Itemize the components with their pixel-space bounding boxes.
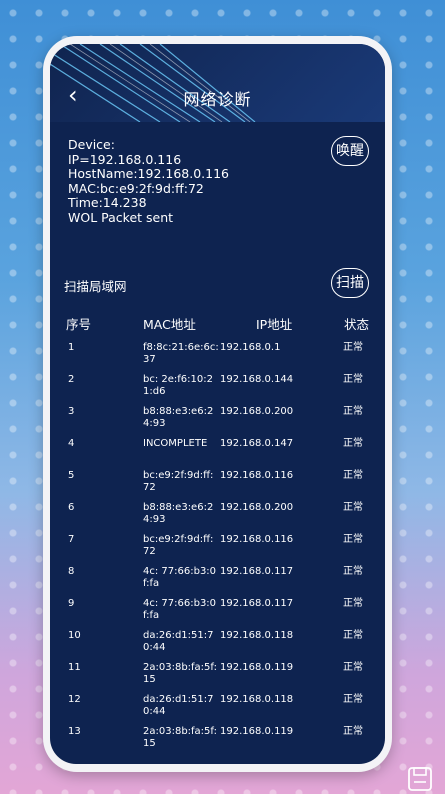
row-ip-address: 192.168.0.200 [220,502,294,513]
save-icon[interactable] [407,766,433,792]
column-header-status: 状态 [344,317,370,332]
row-status: 正常 [343,598,363,609]
row-index: 11 [68,662,81,673]
device-info-line: HostName:192.168.0.116 [68,166,229,181]
row-mac-address: b8:88:e3:e6:24:93 [143,502,214,525]
row-mac-address: bc:e9:2f:9d:ff:72 [143,534,214,557]
row-ip-address: 192.168.0.118 [220,630,294,641]
header-streak-decoration [50,44,256,122]
row-ip-address: 192.168.0.1 [220,342,281,353]
scan-section-title: 扫描局域网 [64,279,127,294]
row-status: 正常 [343,694,363,705]
row-ip-address: 192.168.0.117 [220,566,294,577]
table-row: 13 2a:03:8b:fa:5f:15 192.168.0.119 正常 [50,726,385,758]
column-header-ip: IP地址 [256,317,293,332]
row-mac-address: 2a:03:8b:fa:5f:15 [143,662,217,685]
row-mac-address: b8:88:e3:e6:24:93 [143,406,214,429]
page-title: 网络诊断 [183,90,252,109]
row-ip-address: 192.168.0.117 [220,598,294,609]
row-ip-address: 192.168.0.144 [220,374,294,385]
row-status: 正常 [343,342,363,353]
row-status: 正常 [343,502,363,513]
device-table: 1 f8:8c:21:6e:6c:37 192.168.0.1 正常 2 bc: 2e:f… [50,342,385,758]
row-status: 正常 [343,406,363,417]
row-index: 9 [68,598,75,609]
row-mac-address: 2a:03:8b:fa:5f:15 [143,726,217,749]
table-row: 4 INCOMPLETE 192.168.0.147 正常 [50,438,385,470]
row-status: 正常 [343,534,363,545]
row-ip-address: 192.168.0.119 [220,662,294,673]
scan-button[interactable]: 扫描 [331,268,369,298]
table-row: 12 da:26:d1:51:70:44 192.168.0.118 正常 [50,694,385,726]
row-index: 10 [68,630,81,641]
table-row: 10 da:26:d1:51:70:44 192.168.0.118 正常 [50,630,385,662]
row-ip-address: 192.168.0.118 [220,694,294,705]
table-row: 3 b8:88:e3:e6:24:93 192.168.0.200 正常 [50,406,385,438]
row-mac-address: da:26:d1:51:70:44 [143,630,214,653]
device-info-line: Device: [68,137,115,152]
row-status: 正常 [343,438,363,449]
table-row: 7 bc:e9:2f:9d:ff:72 192.168.0.116 正常 [50,534,385,566]
row-index: 4 [68,438,75,449]
table-row: 5 bc:e9:2f:9d:ff:72 192.168.0.116 正常 [50,470,385,502]
row-mac-address: INCOMPLETE [143,438,208,449]
row-index: 6 [68,502,75,513]
table-row: 6 b8:88:e3:e6:24:93 192.168.0.200 正常 [50,502,385,534]
row-index: 3 [68,406,75,417]
column-header-index: 序号 [66,317,92,332]
column-header-mac: MAC地址 [143,317,196,332]
row-mac-address: 4c: 77:66:b3:0f:fa [143,566,217,589]
device-info-line: WOL Packet sent [68,209,174,225]
row-ip-address: 192.168.0.147 [220,438,294,449]
row-index: 12 [68,694,81,705]
device-info: Device: IP=192.168.0.116 HostName:192.16… [68,137,229,225]
row-ip-address: 192.168.0.119 [220,726,294,737]
row-mac-address: da:26:d1:51:70:44 [143,694,214,717]
wake-button[interactable]: 唤醒 [331,136,369,166]
device-info-line: Time:14.238 [68,195,147,210]
row-ip-address: 192.168.0.116 [220,534,294,545]
row-index: 13 [68,726,81,737]
row-mac-address: 4c: 77:66:b3:0f:fa [143,598,217,621]
row-mac-address: f8:8c:21:6e:6c:37 [143,342,219,365]
row-status: 正常 [343,566,363,577]
header-bar: ‹ 网络诊断 [50,44,385,122]
row-status: 正常 [343,726,363,737]
table-row: 2 bc: 2e:f6:10:21:d6 192.168.0.144 正常 [50,374,385,406]
row-index: 2 [68,374,75,385]
row-ip-address: 192.168.0.200 [220,406,294,417]
table-row: 1 f8:8c:21:6e:6c:37 192.168.0.1 正常 [50,342,385,374]
row-status: 正常 [343,662,363,673]
row-status: 正常 [343,630,363,641]
table-row: 9 4c: 77:66:b3:0f:fa 192.168.0.117 正常 [50,598,385,630]
app-screen: ‹ 网络诊断 Device: IP=192.168.0.116 HostName… [50,44,385,764]
device-info-line: IP=192.168.0.116 [68,151,182,167]
device-info-line: MAC:bc:e9:2f:9d:ff:72 [68,180,204,196]
table-row: 8 4c: 77:66:b3:0f:fa 192.168.0.117 正常 [50,566,385,598]
row-index: 5 [68,470,75,481]
row-status: 正常 [343,374,363,385]
row-index: 7 [68,534,75,545]
row-mac-address: bc:e9:2f:9d:ff:72 [143,470,214,493]
row-mac-address: bc: 2e:f6:10:21:d6 [143,374,213,397]
row-ip-address: 192.168.0.116 [220,470,294,481]
row-status: 正常 [343,470,363,481]
table-row: 11 2a:03:8b:fa:5f:15 192.168.0.119 正常 [50,662,385,694]
row-index: 1 [68,342,75,353]
row-index: 8 [68,566,75,577]
